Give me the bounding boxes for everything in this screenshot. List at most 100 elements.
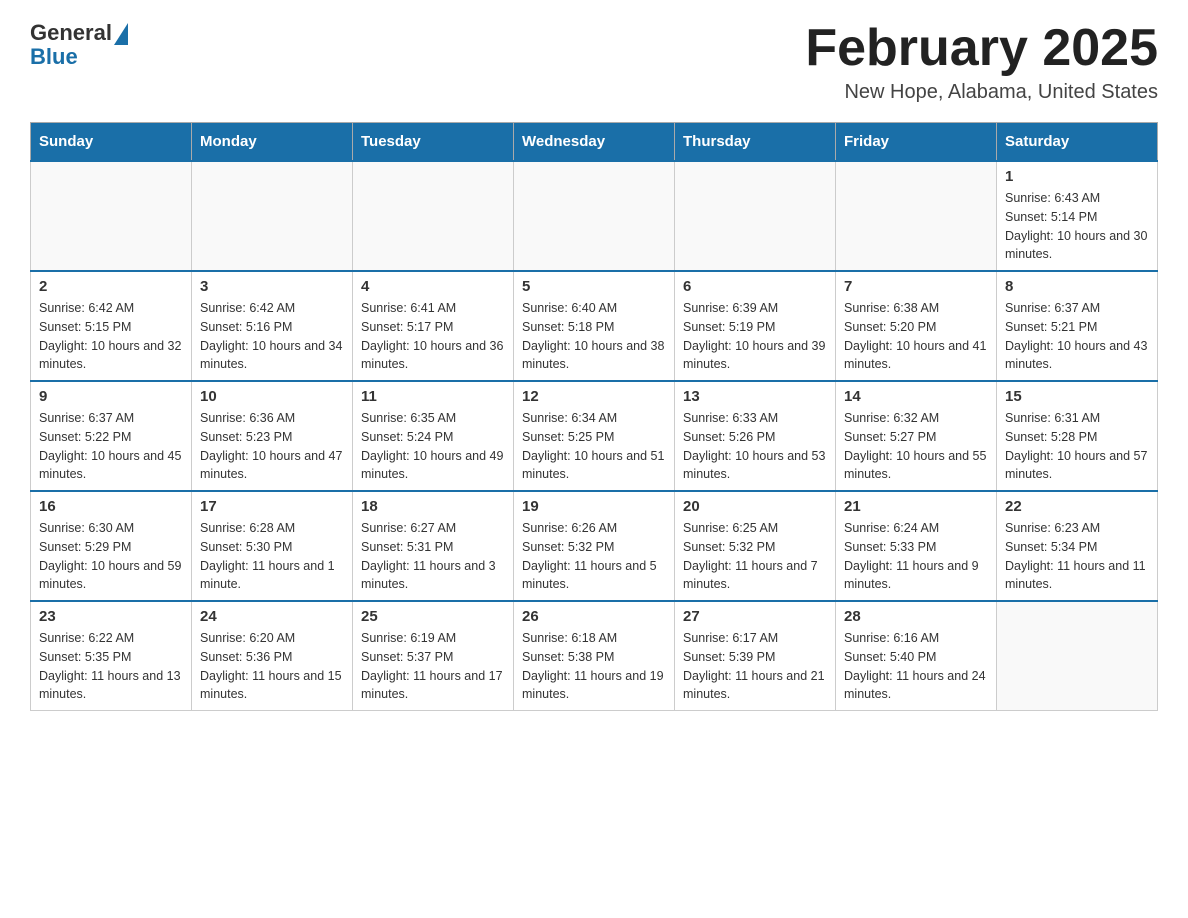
calendar-cell: 8Sunrise: 6:37 AMSunset: 5:21 PMDaylight…: [997, 271, 1158, 381]
day-number: 11: [361, 388, 505, 405]
calendar-cell: 14 Sunrise: 6:32 AMSunset: 5:27 PMDayligh…: [836, 381, 997, 491]
day-number: 2: [39, 278, 183, 295]
calendar-cell: [675, 161, 836, 271]
day-info: Sunrise: 6:42 AMSunset: 5:15 PMDaylight:…: [39, 299, 183, 374]
day-info: Sunrise: 6:36 AMSunset: 5:23 PMDaylight:…: [200, 409, 344, 484]
logo-general-text: General: [30, 20, 112, 46]
day-number: 18: [361, 498, 505, 515]
day-number: 27: [683, 608, 827, 625]
calendar-day-header: Wednesday: [514, 123, 675, 162]
day-number: 26: [522, 608, 666, 625]
day-number: 24: [200, 608, 344, 625]
day-number: 9: [39, 388, 183, 405]
calendar-cell: [514, 161, 675, 271]
calendar-cell: 13 Sunrise: 6:33 AMSunset: 5:26 PMDayligh…: [675, 381, 836, 491]
day-info: Sunrise: 6:33 AMSunset: 5:26 PMDaylight:…: [683, 409, 827, 484]
calendar-cell: [836, 161, 997, 271]
day-info: Sunrise: 6:42 AMSunset: 5:16 PMDaylight:…: [200, 299, 344, 374]
month-title: February 2025: [805, 20, 1158, 77]
calendar-week-row: 2 Sunrise: 6:42 AMSunset: 5:15 PMDaylight…: [31, 271, 1158, 381]
calendar-cell: [353, 161, 514, 271]
day-info: Sunrise: 6:39 AMSunset: 5:19 PMDaylight:…: [683, 299, 827, 374]
calendar-cell: 20 Sunrise: 6:25 AMSunset: 5:32 PMDayligh…: [675, 491, 836, 601]
day-info: Sunrise: 6:30 AMSunset: 5:29 PMDaylight:…: [39, 519, 183, 594]
calendar-day-header: Sunday: [31, 123, 192, 162]
day-number: 28: [844, 608, 988, 625]
day-number: 19: [522, 498, 666, 515]
day-info: Sunrise: 6:32 AMSunset: 5:27 PMDaylight:…: [844, 409, 988, 484]
day-info: Sunrise: 6:31 AMSunset: 5:28 PMDaylight:…: [1005, 409, 1149, 484]
calendar-cell: 24Sunrise: 6:20 AMSunset: 5:36 PMDayligh…: [192, 601, 353, 711]
calendar-cell: 25Sunrise: 6:19 AMSunset: 5:37 PMDayligh…: [353, 601, 514, 711]
calendar-day-header: Monday: [192, 123, 353, 162]
logo: General Blue: [30, 20, 128, 70]
calendar-week-row: 23 Sunrise: 6:22 AMSunset: 5:35 PMDayligh…: [31, 601, 1158, 711]
calendar-cell: 28Sunrise: 6:16 AMSunset: 5:40 PMDayligh…: [836, 601, 997, 711]
day-number: 3: [200, 278, 344, 295]
calendar-cell: 6 Sunrise: 6:39 AMSunset: 5:19 PMDaylight…: [675, 271, 836, 381]
calendar-cell: 12 Sunrise: 6:34 AMSunset: 5:25 PMDayligh…: [514, 381, 675, 491]
day-info: Sunrise: 6:40 AMSunset: 5:18 PMDaylight:…: [522, 299, 666, 374]
calendar-cell: [31, 161, 192, 271]
day-number: 8: [1005, 278, 1149, 295]
day-info: Sunrise: 6:25 AMSunset: 5:32 PMDaylight:…: [683, 519, 827, 594]
day-number: 21: [844, 498, 988, 515]
day-info: Sunrise: 6:43 AMSunset: 5:14 PMDaylight:…: [1005, 189, 1149, 264]
title-section: February 2025 New Hope, Alabama, United …: [805, 20, 1158, 104]
day-number: 15: [1005, 388, 1149, 405]
calendar-header-row: SundayMondayTuesdayWednesdayThursdayFrid…: [31, 123, 1158, 162]
calendar-week-row: 16 Sunrise: 6:30 AMSunset: 5:29 PMDayligh…: [31, 491, 1158, 601]
calendar-cell: 18 Sunrise: 6:27 AMSunset: 5:31 PMDayligh…: [353, 491, 514, 601]
calendar-cell: 2 Sunrise: 6:42 AMSunset: 5:15 PMDaylight…: [31, 271, 192, 381]
day-info: Sunrise: 6:26 AMSunset: 5:32 PMDaylight:…: [522, 519, 666, 594]
calendar-cell: 11 Sunrise: 6:35 AMSunset: 5:24 PMDayligh…: [353, 381, 514, 491]
calendar-week-row: 1 Sunrise: 6:43 AMSunset: 5:14 PMDaylight…: [31, 161, 1158, 271]
calendar-week-row: 9 Sunrise: 6:37 AMSunset: 5:22 PMDaylight…: [31, 381, 1158, 491]
day-number: 12: [522, 388, 666, 405]
calendar-cell: 1 Sunrise: 6:43 AMSunset: 5:14 PMDaylight…: [997, 161, 1158, 271]
calendar-cell: 10 Sunrise: 6:36 AMSunset: 5:23 PMDayligh…: [192, 381, 353, 491]
day-info: Sunrise: 6:34 AMSunset: 5:25 PMDaylight:…: [522, 409, 666, 484]
day-number: 13: [683, 388, 827, 405]
calendar-table: SundayMondayTuesdayWednesdayThursdayFrid…: [30, 122, 1158, 711]
calendar-day-header: Saturday: [997, 123, 1158, 162]
calendar-cell: 15 Sunrise: 6:31 AMSunset: 5:28 PMDayligh…: [997, 381, 1158, 491]
day-info: Sunrise: 6:41 AMSunset: 5:17 PMDaylight:…: [361, 299, 505, 374]
day-number: 14: [844, 388, 988, 405]
day-number: 5: [522, 278, 666, 295]
day-number: 17: [200, 498, 344, 515]
calendar-day-header: Tuesday: [353, 123, 514, 162]
calendar-cell: 21 Sunrise: 6:24 AMSunset: 5:33 PMDayligh…: [836, 491, 997, 601]
day-number: 16: [39, 498, 183, 515]
day-info: Sunrise: 6:35 AMSunset: 5:24 PMDaylight:…: [361, 409, 505, 484]
day-number: 4: [361, 278, 505, 295]
calendar-cell: 4 Sunrise: 6:41 AMSunset: 5:17 PMDaylight…: [353, 271, 514, 381]
day-info: Sunrise: 6:37 AMSunset: 5:22 PMDaylight:…: [39, 409, 183, 484]
calendar-cell: 3 Sunrise: 6:42 AMSunset: 5:16 PMDaylight…: [192, 271, 353, 381]
day-number: 25: [361, 608, 505, 625]
day-number: 6: [683, 278, 827, 295]
calendar-cell: 22Sunrise: 6:23 AMSunset: 5:34 PMDayligh…: [997, 491, 1158, 601]
day-number: 10: [200, 388, 344, 405]
calendar-day-header: Friday: [836, 123, 997, 162]
calendar-cell: 7Sunrise: 6:38 AMSunset: 5:20 PMDaylight…: [836, 271, 997, 381]
day-info: Sunrise: 6:24 AMSunset: 5:33 PMDaylight:…: [844, 519, 988, 594]
day-number: 23: [39, 608, 183, 625]
calendar-cell: [997, 601, 1158, 711]
calendar-cell: [192, 161, 353, 271]
day-info: Sunrise: 6:28 AMSunset: 5:30 PMDaylight:…: [200, 519, 344, 594]
day-number: 1: [1005, 168, 1149, 185]
calendar-cell: 26 Sunrise: 6:18 AMSunset: 5:38 PMDayligh…: [514, 601, 675, 711]
day-info: Sunrise: 6:22 AMSunset: 5:35 PMDaylight:…: [39, 629, 183, 704]
day-number: 7: [844, 278, 988, 295]
day-number: 20: [683, 498, 827, 515]
calendar-cell: 5 Sunrise: 6:40 AMSunset: 5:18 PMDaylight…: [514, 271, 675, 381]
calendar-cell: 27Sunrise: 6:17 AMSunset: 5:39 PMDayligh…: [675, 601, 836, 711]
day-info: Sunrise: 6:27 AMSunset: 5:31 PMDaylight:…: [361, 519, 505, 594]
location-text: New Hope, Alabama, United States: [805, 81, 1158, 104]
calendar-cell: 17 Sunrise: 6:28 AMSunset: 5:30 PMDayligh…: [192, 491, 353, 601]
calendar-cell: 19 Sunrise: 6:26 AMSunset: 5:32 PMDayligh…: [514, 491, 675, 601]
day-info: Sunrise: 6:18 AMSunset: 5:38 PMDaylight:…: [522, 629, 666, 704]
logo-blue-text: Blue: [30, 44, 78, 70]
page-header: General Blue February 2025 New Hope, Ala…: [30, 20, 1158, 104]
